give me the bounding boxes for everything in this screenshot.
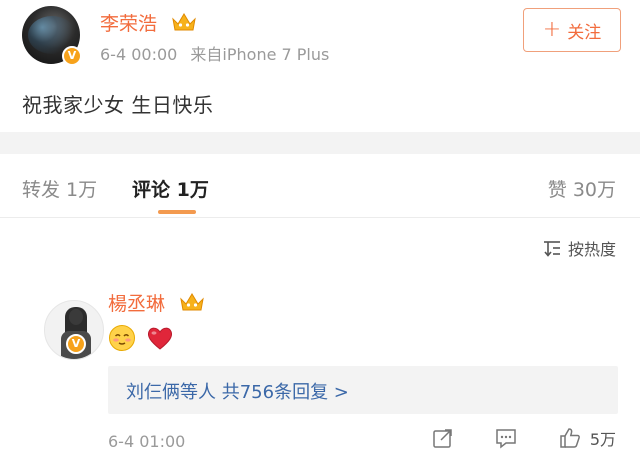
poster-avatar[interactable]: V — [22, 6, 82, 66]
tabs-divider — [0, 217, 640, 218]
reply-summary[interactable]: 刘仨俩等人 共756条回复 > — [108, 366, 618, 414]
comment-item: V 楊丞琳 刘仨俩等人 共756条回复 > 6-4 01:00 5万 — [0, 280, 640, 456]
comment-icon[interactable] — [494, 427, 518, 449]
comment-time: 6-4 01:00 — [108, 432, 186, 451]
post-time: 6-4 00:00 — [100, 45, 178, 64]
post-source: 来自iPhone 7 Plus — [190, 45, 330, 64]
crown-icon — [172, 13, 196, 31]
crown-icon — [180, 293, 204, 311]
reply-summary-text[interactable]: 刘仨俩等人 共756条回复 > — [126, 378, 349, 404]
like-count: 5万 — [589, 430, 616, 449]
active-tab-indicator — [158, 210, 196, 214]
comment-actions: 5万 — [432, 426, 616, 450]
comment-content — [108, 324, 174, 352]
sort-icon — [543, 241, 560, 257]
like-button[interactable]: 5万 — [558, 426, 616, 450]
heart-emoji-icon — [147, 327, 173, 350]
original-post: V 李荣浩 6-4 00:00 来自iPhone 7 Plus + 关注 祝我家… — [0, 0, 640, 132]
section-divider — [0, 132, 640, 154]
post-meta: 6-4 00:00 来自iPhone 7 Plus — [100, 41, 329, 65]
commenter-avatar[interactable]: V — [22, 290, 104, 360]
tab-comment[interactable]: 评论 1万 — [132, 175, 209, 202]
follow-button[interactable]: + 关注 — [523, 8, 621, 52]
commenter-name[interactable]: 楊丞琳 — [108, 289, 205, 316]
poster-name[interactable]: 李荣浩 — [100, 9, 197, 36]
tab-repost[interactable]: 转发 1万 — [22, 175, 97, 202]
tab-like[interactable]: 赞 30万 — [548, 175, 616, 202]
verified-badge-icon: V — [66, 334, 86, 354]
thumbs-up-icon — [560, 428, 580, 448]
post-tabs: 转发 1万 评论 1万 赞 30万 — [0, 154, 640, 218]
share-icon[interactable] — [432, 427, 454, 449]
blush-emoji-icon — [109, 325, 135, 351]
verified-badge-icon: V — [62, 46, 82, 66]
sort-label: 按热度 — [567, 240, 616, 259]
plus-icon: + — [542, 16, 562, 42]
sort-toggle[interactable]: 按热度 — [542, 236, 616, 260]
post-content: 祝我家少女 生日快乐 — [22, 93, 214, 117]
